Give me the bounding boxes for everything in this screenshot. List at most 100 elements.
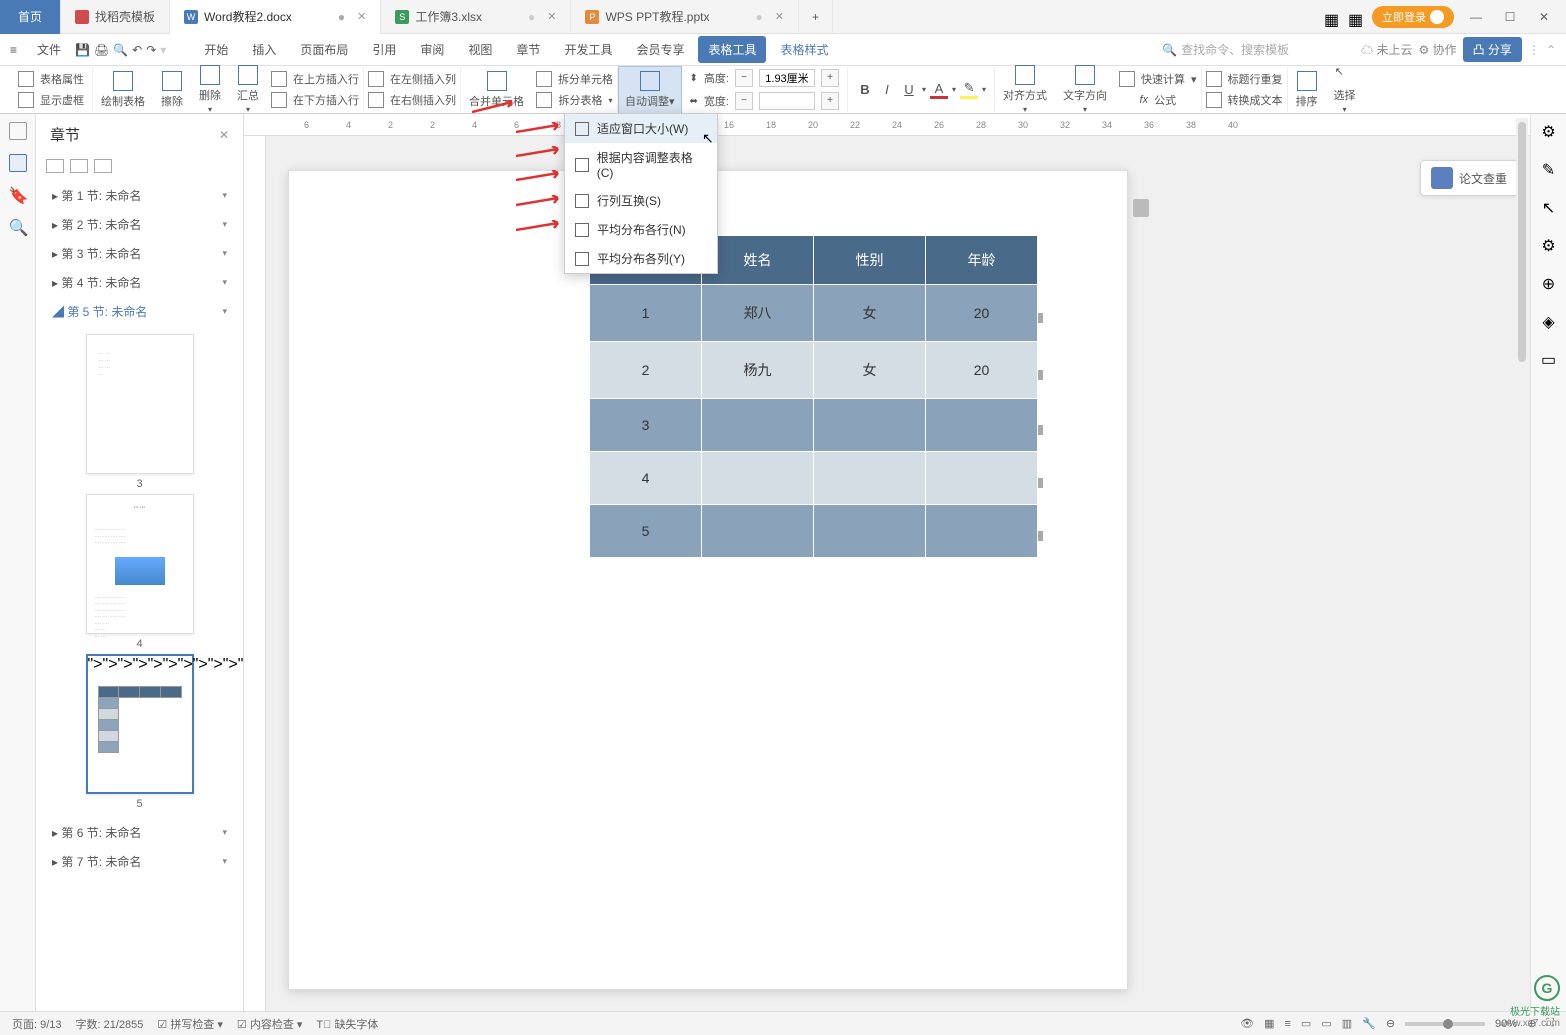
vertical-scrollbar[interactable]	[1516, 118, 1528, 818]
layout-icon-2[interactable]: ≡	[1284, 1018, 1290, 1030]
menu-member[interactable]: 会员专享	[626, 36, 694, 63]
menu-file[interactable]: 文件	[27, 36, 71, 63]
table-cell[interactable]: 1	[590, 285, 702, 342]
tab-word-doc[interactable]: WWord教程2.docx●✕	[170, 0, 381, 34]
insert-row-below-button[interactable]: 在下方插入行	[271, 90, 359, 110]
tab-template[interactable]: 找稻壳模板	[61, 0, 170, 34]
menu-insert[interactable]: 插入	[242, 36, 286, 63]
view-mode-icon[interactable]: 👁	[1240, 1017, 1254, 1030]
layout-icon-4[interactable]: ▭	[1321, 1017, 1331, 1030]
table-cell[interactable]: 20	[926, 342, 1038, 399]
menu-table-style[interactable]: 表格样式	[770, 36, 838, 63]
tool-icon-4[interactable]: ⚙	[1541, 236, 1555, 256]
highlight-button[interactable]: ✎	[960, 81, 978, 99]
grid-icon[interactable]: ▦	[1324, 10, 1338, 24]
select-button[interactable]: ↖选择▾	[1326, 65, 1364, 114]
menu-chapter[interactable]: 章节	[506, 36, 550, 63]
table-cell[interactable]	[814, 452, 926, 505]
insert-row-above-button[interactable]: 在上方插入行	[271, 69, 359, 89]
qat-preview-icon[interactable]: 🔍	[113, 43, 128, 57]
page-thumbnail[interactable]: ··· ······· ···· ···· ········ ···· ····…	[86, 494, 194, 634]
missing-font-button[interactable]: T⃠ 缺失字体	[316, 1016, 378, 1032]
qat-redo-icon[interactable]: ↷	[146, 43, 156, 57]
split-table-button[interactable]: 拆分表格▾	[536, 90, 612, 110]
sections-icon[interactable]	[9, 154, 27, 172]
table-cell[interactable]	[926, 452, 1038, 505]
table-cell[interactable]: 2	[590, 342, 702, 399]
width-plus-button[interactable]: +	[821, 92, 839, 110]
dd-distribute-cols[interactable]: 平均分布各列(Y)	[565, 244, 717, 273]
section-item[interactable]: ▸ 第 1 节: 未命名▾	[36, 181, 243, 210]
table-header[interactable]: 年龄	[926, 236, 1038, 285]
fast-calc-button[interactable]: 快速计算▾	[1119, 69, 1197, 89]
command-search[interactable]: 🔍查找命令、搜索模板	[1162, 41, 1289, 58]
qat-undo-icon[interactable]: ↶	[132, 43, 142, 57]
table-cell[interactable]	[702, 452, 814, 505]
section-item[interactable]: ▸ 第 2 节: 未命名▾	[36, 210, 243, 239]
table-header[interactable]: 性别	[814, 236, 926, 285]
bold-button[interactable]: B	[856, 81, 874, 99]
table-cell[interactable]: 女	[814, 285, 926, 342]
qat-save-icon[interactable]: 💾	[75, 43, 90, 57]
tool-icon-2[interactable]: ✎	[1542, 160, 1555, 180]
table-header[interactable]: 姓名	[702, 236, 814, 285]
draw-table-button[interactable]: 绘制表格	[93, 71, 153, 109]
dd-fit-content[interactable]: 根据内容调整表格(C)	[565, 143, 717, 186]
apps-icon[interactable]: ▦	[1348, 10, 1362, 24]
height-plus-button[interactable]: +	[821, 69, 839, 87]
share-button[interactable]: 凸 分享	[1463, 37, 1522, 62]
dd-distribute-rows[interactable]: 平均分布各行(N)	[565, 215, 717, 244]
table-row[interactable]: 3	[590, 399, 1038, 452]
table-cell[interactable]	[702, 399, 814, 452]
spell-check-button[interactable]: ☑ 拼写检查 ▾	[157, 1016, 223, 1032]
cloud-status[interactable]: ☁ 未上云	[1361, 41, 1412, 58]
table-cell[interactable]: 郑八	[702, 285, 814, 342]
table-properties-button[interactable]: 表格属性	[18, 69, 84, 89]
insert-col-right-button[interactable]: 在右侧插入列	[368, 90, 456, 110]
underline-button[interactable]: U	[900, 81, 918, 99]
menu-dev-tools[interactable]: 开发工具	[554, 36, 622, 63]
nav-remove-icon[interactable]	[70, 159, 88, 173]
page-thumbnail[interactable]: ··· ······ ······ ······	[86, 334, 194, 474]
height-input[interactable]	[759, 69, 815, 87]
eraser-button[interactable]: 擦除	[153, 71, 191, 109]
close-panel-button[interactable]: ✕	[219, 128, 229, 142]
table-cell[interactable]	[926, 505, 1038, 558]
formula-button[interactable]: fx 公式	[1140, 90, 1177, 110]
content-table[interactable]: 姓名性别年龄 1郑八女202杨九女20345	[589, 235, 1038, 558]
layout-icon-5[interactable]: ▥	[1342, 1017, 1352, 1030]
layout-icon-1[interactable]: ▦	[1264, 1017, 1274, 1030]
table-cell[interactable]	[814, 399, 926, 452]
table-cell[interactable]: 3	[590, 399, 702, 452]
table-cell[interactable]	[926, 399, 1038, 452]
zoom-out-button[interactable]: ⊖	[1386, 1017, 1395, 1030]
section-item[interactable]: ◢ 第 5 节: 未命名▾	[36, 297, 243, 326]
page-indicator[interactable]: 页面: 9/13	[12, 1016, 62, 1032]
show-dashed-button[interactable]: 显示虚框	[18, 90, 84, 110]
delete-button[interactable]: 删除▾	[191, 65, 229, 114]
split-cells-button[interactable]: 拆分单元格	[536, 69, 613, 89]
table-cell[interactable]: 5	[590, 505, 702, 558]
tab-spreadsheet[interactable]: S工作簿3.xlsx●✕	[381, 0, 571, 34]
section-item[interactable]: ▸ 第 3 节: 未命名▾	[36, 239, 243, 268]
dd-swap-rc[interactable]: 行列互换(S)	[565, 186, 717, 215]
table-row[interactable]: 2杨九女20	[590, 342, 1038, 399]
horizontal-ruler[interactable]: 642246810121416182022242628303234363840	[244, 114, 1530, 136]
repeat-header-button[interactable]: 标题行重复	[1206, 69, 1283, 89]
close-icon[interactable]: ✕	[547, 10, 556, 23]
zoom-slider[interactable]	[1405, 1022, 1485, 1026]
menu-table-tools[interactable]: 表格工具	[698, 36, 766, 63]
scrollbar-thumb[interactable]	[1518, 122, 1526, 362]
qat-print-icon[interactable]: 🖨	[94, 43, 109, 57]
section-item[interactable]: ▸ 第 6 节: 未命名▾	[36, 818, 243, 847]
vertical-ruler[interactable]	[244, 136, 266, 1011]
tab-ppt[interactable]: PWPS PPT教程.pptx●✕	[571, 0, 799, 34]
table-cell[interactable]: 20	[926, 285, 1038, 342]
width-input[interactable]	[759, 92, 815, 110]
plagiarism-check-button[interactable]: 论文查重	[1420, 160, 1518, 196]
auto-fit-button[interactable]: 自动调整▾	[618, 66, 682, 114]
table-row[interactable]: 5	[590, 505, 1038, 558]
bookmark-icon[interactable]: 🔖	[9, 186, 27, 204]
table-cell[interactable]	[814, 505, 926, 558]
insert-col-left-button[interactable]: 在左侧插入列	[368, 69, 456, 89]
